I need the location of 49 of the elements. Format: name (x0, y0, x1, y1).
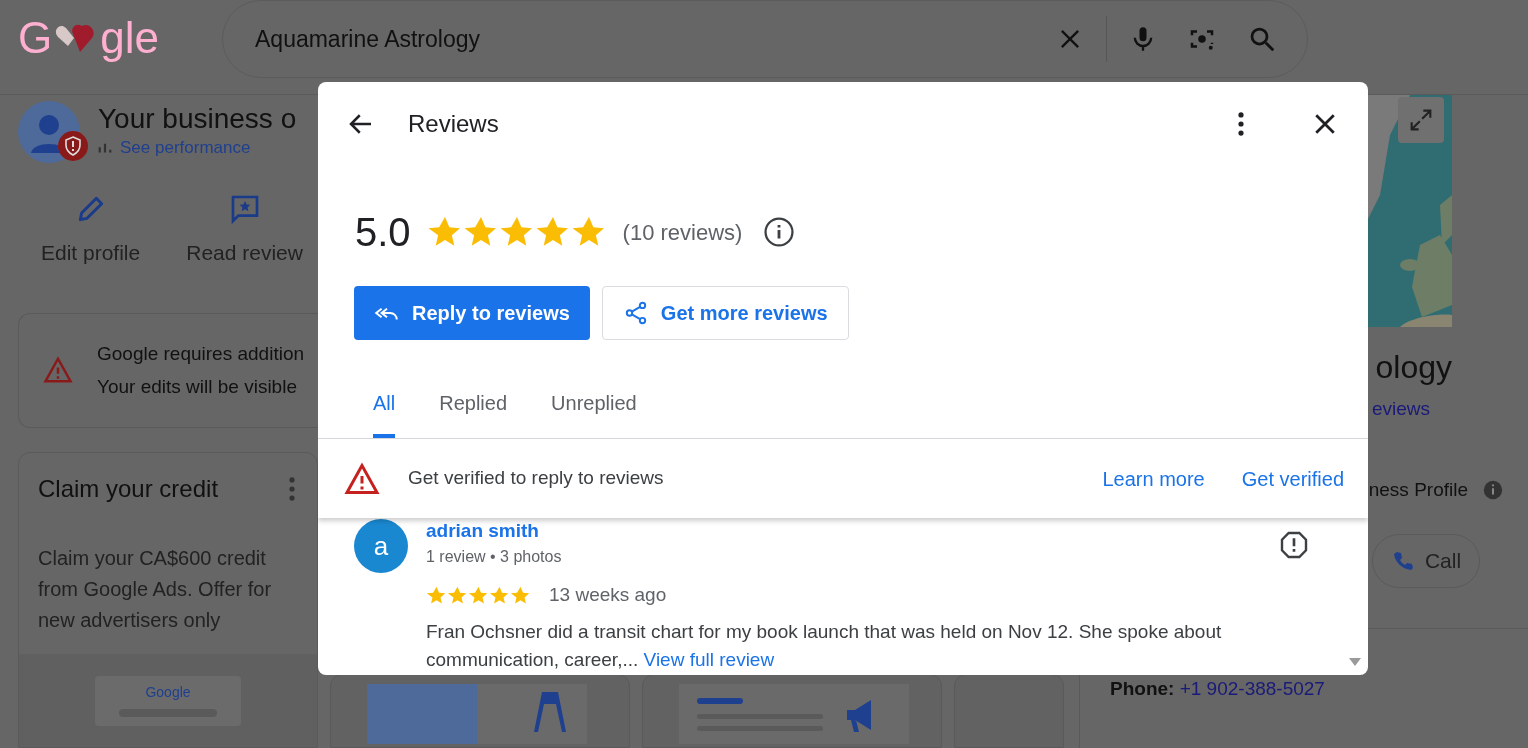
report-icon (1278, 529, 1310, 561)
info-icon (762, 215, 797, 249)
ad-logo: Google (145, 682, 191, 702)
get-verified-link[interactable]: Get verified (1241, 463, 1344, 494)
profile-label: ness Profile (1368, 477, 1468, 502)
more-icon (1238, 111, 1244, 137)
dialog-title: Reviews (408, 109, 500, 139)
phone-number[interactable]: +1 902-388-5027 (1179, 678, 1325, 699)
star-icon (489, 584, 510, 606)
card-title: Claim your credit (38, 473, 219, 504)
filter-tab[interactable]: All (373, 378, 396, 438)
scroll-down-icon[interactable] (1348, 657, 1362, 667)
learn-more-link[interactable]: Learn more (1102, 463, 1205, 494)
banner-text: Get verified to reply to reviews (408, 466, 665, 491)
logo-text: gle (100, 16, 159, 60)
star-icon (468, 584, 489, 606)
reviews-link[interactable]: eviews (1371, 395, 1430, 424)
view-full-review-link[interactable]: View full review (643, 648, 775, 670)
more-icon (289, 475, 295, 502)
reply-button[interactable]: Reply to reviews (354, 286, 590, 340)
action-button[interactable]: Read review (186, 193, 303, 269)
reviewer-name[interactable]: adrian smith (426, 519, 562, 543)
review-time: 13 weeks ago (549, 583, 667, 607)
business-name: ology (1375, 348, 1452, 387)
star-icon (426, 584, 447, 606)
shield-icon (58, 131, 88, 161)
notice-text: Google requires addition (97, 342, 305, 366)
reviewer-avatar: a (354, 519, 408, 573)
bar-chart-icon (98, 141, 112, 155)
notice-text: Your edits will be visible (97, 375, 298, 399)
logo-text: G (18, 16, 53, 60)
filter-tab[interactable]: Unreplied (551, 378, 637, 438)
star-icon (447, 584, 468, 606)
warning-icon (43, 355, 73, 385)
filter-tab[interactable]: Replied (439, 378, 508, 438)
rating-score: 5.0 (355, 209, 411, 256)
star-icon (510, 584, 531, 606)
business-title: Your business o (98, 103, 297, 136)
reviewer-meta: 1 review • 3 photos (426, 547, 562, 567)
action-button[interactable]: Edit profile (41, 193, 141, 269)
warning-icon (344, 460, 380, 497)
search-query: Aquamarine Astrology (255, 24, 481, 54)
review-count: (10 reviews) (622, 218, 743, 247)
phone-label: Phone: (1110, 678, 1175, 699)
expand-button[interactable] (1398, 97, 1444, 143)
card-text: Claim your CA$600 credit from Google Ads. Offer for new advertisers only (37, 545, 273, 633)
get-reviews-button[interactable]: Get more reviews (601, 286, 849, 340)
review-text: Fran Ochsner did a transit chart for my book launch that was held on Nov 12. She spoke about communication, career,... View full review (426, 619, 1223, 672)
info-icon (1482, 478, 1504, 501)
